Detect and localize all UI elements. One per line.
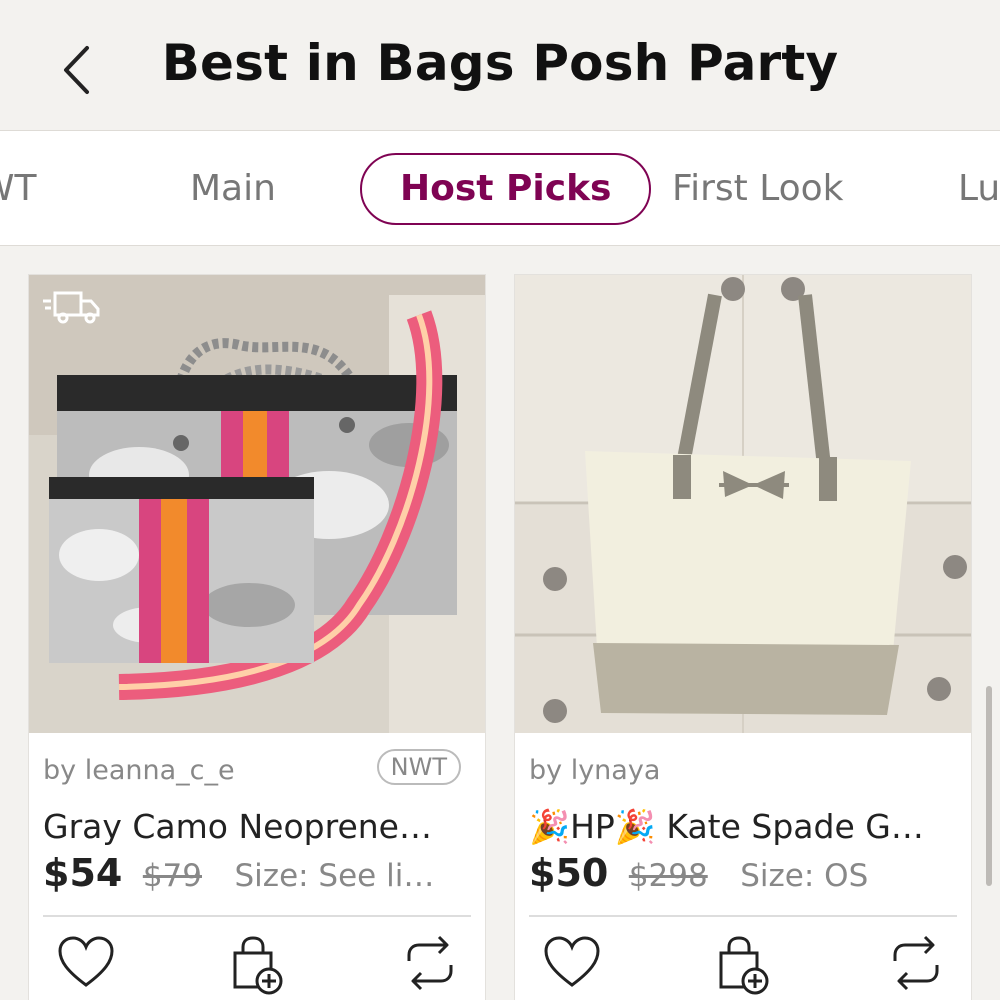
scrollbar[interactable] bbox=[986, 686, 992, 886]
camo-tote-photo bbox=[29, 275, 485, 733]
tab-host-picks[interactable]: Host Picks bbox=[360, 153, 652, 225]
size-label: Size: OS bbox=[740, 858, 869, 894]
kate-spade-tote-photo bbox=[515, 275, 971, 733]
seller-name[interactable]: by lynaya bbox=[529, 755, 660, 786]
heart-icon[interactable] bbox=[543, 935, 601, 989]
listing-actions bbox=[515, 935, 971, 1000]
original-price: $79 bbox=[142, 858, 202, 894]
bag-add-icon[interactable] bbox=[229, 935, 285, 997]
listing-title[interactable]: 🎉HP🎉 Kate Spade G… bbox=[529, 807, 959, 847]
tab-first-look[interactable]: First Look bbox=[672, 153, 844, 225]
share-icon[interactable] bbox=[403, 935, 457, 991]
truck-icon[interactable] bbox=[41, 289, 103, 325]
divider bbox=[43, 915, 471, 917]
share-icon[interactable] bbox=[889, 935, 943, 991]
price: $54 bbox=[43, 851, 123, 895]
size-label: Size: See li… bbox=[234, 858, 435, 894]
price-row: $54 $79 Size: See li… bbox=[43, 851, 473, 895]
listing-grid: by leanna_c_e NWT Gray Camo Neoprene… $5… bbox=[0, 246, 1000, 1000]
listing-card[interactable]: by leanna_c_e NWT Gray Camo Neoprene… $5… bbox=[28, 274, 486, 1000]
condition-badge: NWT bbox=[376, 749, 461, 785]
listing-photo[interactable] bbox=[515, 275, 971, 733]
listing-photo[interactable] bbox=[29, 275, 485, 733]
tab-main[interactable]: Main bbox=[190, 153, 276, 225]
page-title: Best in Bags Posh Party bbox=[161, 34, 839, 92]
price: $50 bbox=[529, 851, 609, 895]
header: Best in Bags Posh Party bbox=[0, 0, 1000, 130]
tab-nwt[interactable]: NWT bbox=[0, 153, 37, 225]
party-tabs: NWT Main Host Picks First Look Luxury bbox=[0, 130, 1000, 246]
listing-card[interactable]: by lynaya 🎉HP🎉 Kate Spade G… $50 $298 Si… bbox=[514, 274, 972, 1000]
price-row: $50 $298 Size: OS bbox=[529, 851, 959, 895]
bag-add-icon[interactable] bbox=[715, 935, 771, 997]
listing-title[interactable]: Gray Camo Neoprene… bbox=[43, 807, 473, 846]
heart-icon[interactable] bbox=[57, 935, 115, 989]
original-price: $298 bbox=[628, 858, 708, 894]
tab-luxury[interactable]: Luxury bbox=[958, 153, 1000, 225]
divider bbox=[529, 915, 957, 917]
listing-actions bbox=[29, 935, 485, 1000]
seller-name[interactable]: by leanna_c_e bbox=[43, 755, 235, 786]
